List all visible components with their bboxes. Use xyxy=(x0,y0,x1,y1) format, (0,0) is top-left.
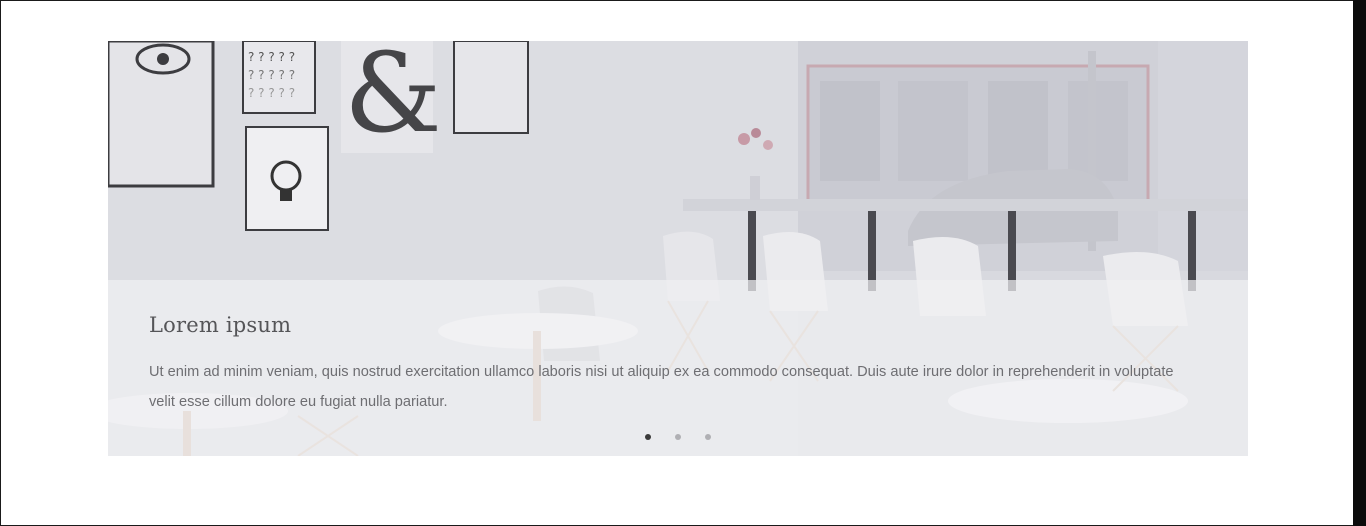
slider-pagination xyxy=(645,434,711,444)
svg-text:? ? ? ? ?: ? ? ? ? ? xyxy=(248,68,295,82)
scrollbar[interactable] xyxy=(1353,0,1366,526)
svg-text:&: & xyxy=(344,41,442,157)
slide-title: Lorem ipsum xyxy=(149,313,292,337)
slide-dot-1[interactable] xyxy=(645,434,651,440)
slide-dot-3[interactable] xyxy=(705,434,711,440)
svg-text:? ? ? ? ?: ? ? ? ? ? xyxy=(248,50,295,64)
slide-dot-2[interactable] xyxy=(675,434,681,440)
slide-description: Ut enim ad minim veniam, quis nostrud ex… xyxy=(149,364,1174,410)
svg-text:? ? ? ? ?: ? ? ? ? ? xyxy=(248,86,295,100)
